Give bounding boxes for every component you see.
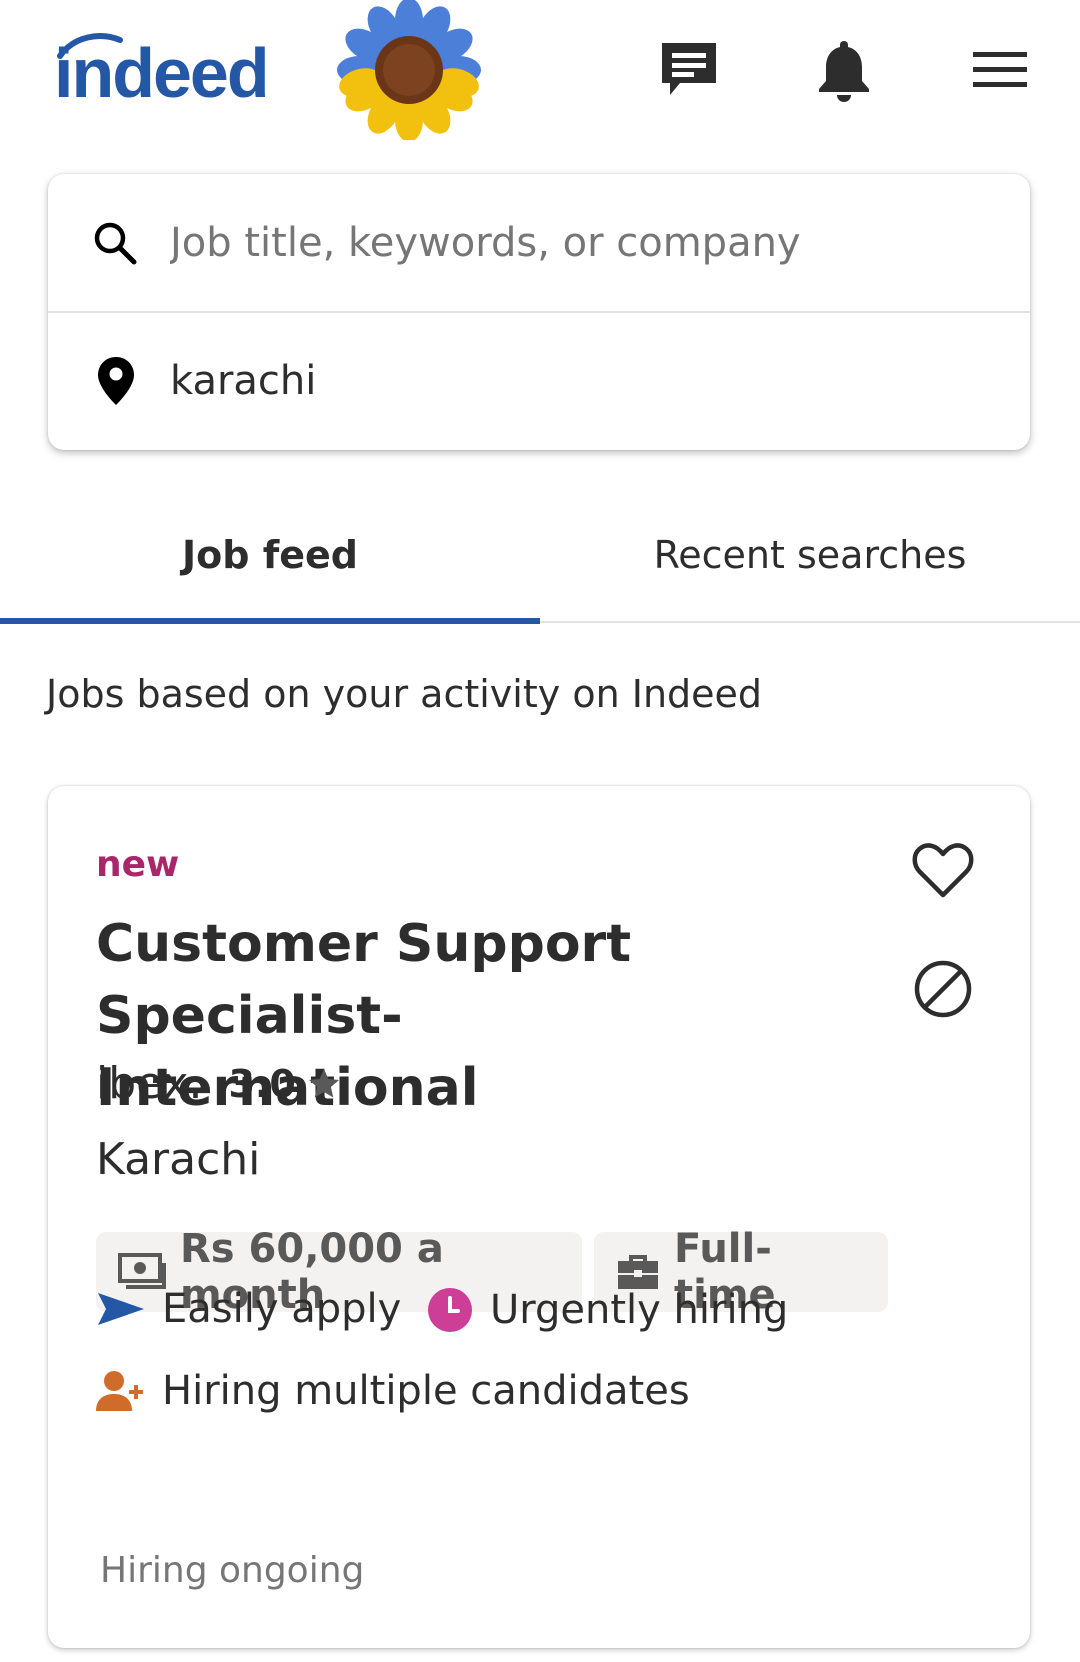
not-interested-icon[interactable]: [910, 956, 976, 1022]
tab-job-feed-label: Job feed: [182, 533, 358, 577]
new-badge: new: [96, 844, 180, 885]
star-icon: [308, 1068, 339, 1097]
tab-recent-searches[interactable]: Recent searches: [540, 490, 1080, 620]
messages-icon[interactable]: [654, 38, 724, 102]
urgently-hiring-attribute: Urgently hiring: [426, 1286, 788, 1334]
multiple-candidates-label: Hiring multiple candidates: [162, 1368, 690, 1414]
clock-icon: [426, 1286, 474, 1334]
company-line: ibex. 3.0: [96, 1058, 342, 1109]
hamburger-menu-icon[interactable]: [970, 46, 1030, 94]
search-icon: [94, 222, 137, 265]
active-tab-indicator: [0, 618, 540, 624]
tab-recent-searches-label: Recent searches: [653, 533, 967, 577]
urgently-hiring-label: Urgently hiring: [490, 1287, 789, 1333]
easily-apply-label: Easily apply: [162, 1286, 402, 1332]
app-header: indeed: [0, 0, 1080, 160]
save-job-heart-icon[interactable]: [910, 840, 976, 902]
tab-job-feed[interactable]: Job feed: [0, 490, 540, 620]
job-location: Karachi: [96, 1134, 261, 1185]
company-rating: 3.0: [228, 1061, 296, 1106]
feed-heading: Jobs based on your activity on Indeed: [46, 672, 763, 716]
feed-tabs: Job feed Recent searches: [0, 490, 1080, 626]
send-arrow-icon: [96, 1289, 146, 1329]
company-name[interactable]: ibex.: [96, 1058, 202, 1109]
keywords-input[interactable]: [170, 220, 990, 266]
logo-arc-icon: [57, 33, 123, 59]
search-card: [48, 174, 1030, 450]
notifications-bell-icon[interactable]: [812, 36, 876, 104]
location-pin-icon: [98, 357, 134, 405]
keywords-row: [48, 174, 1030, 312]
job-card[interactable]: new Customer Support Specialist-Internat…: [48, 786, 1030, 1648]
location-input[interactable]: [170, 358, 990, 404]
easily-apply-attribute: Easily apply: [96, 1286, 401, 1332]
multiple-candidates-attribute: Hiring multiple candidates: [96, 1368, 690, 1414]
location-row: [48, 312, 1030, 450]
add-person-icon: [96, 1369, 146, 1413]
hiring-status: Hiring ongoing: [100, 1550, 365, 1591]
sunflower-icon: [337, 0, 481, 140]
